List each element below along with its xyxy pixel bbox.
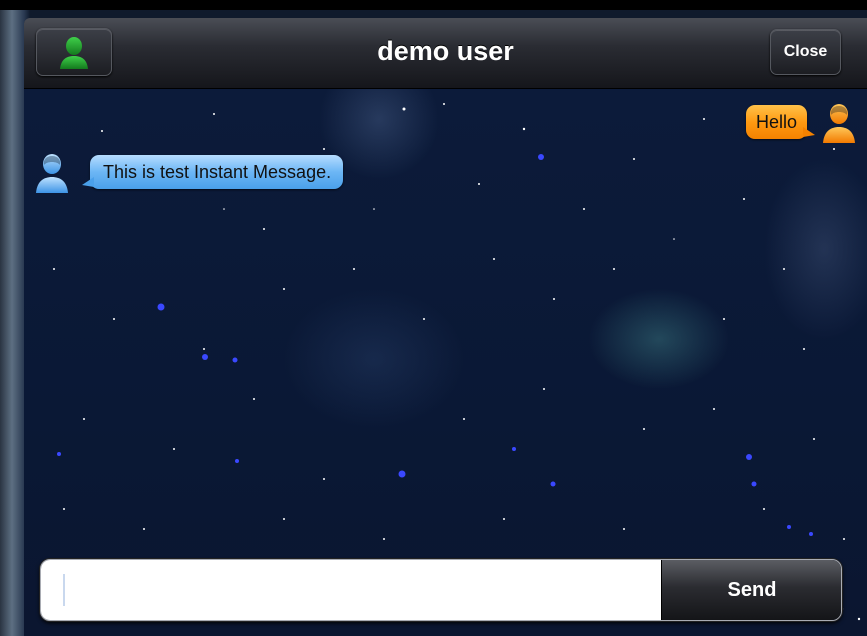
- message-composer: Send: [40, 559, 842, 621]
- top-strip: [0, 0, 867, 10]
- message-input[interactable]: [41, 560, 661, 620]
- send-button[interactable]: Send: [661, 560, 841, 620]
- chat-window: demo user Close Hello This is test Insta…: [24, 18, 867, 636]
- message-area[interactable]: Hello This is test Instant Message. Send: [24, 89, 867, 636]
- message-bubble-incoming: This is test Instant Message.: [81, 155, 344, 189]
- window-title: demo user: [377, 36, 514, 66]
- user-silhouette-icon: [60, 37, 88, 69]
- text-caret: [63, 574, 65, 606]
- user-blue-icon: [36, 154, 68, 193]
- message-bubble-outgoing: Hello: [745, 105, 816, 139]
- title-bar: demo user Close: [24, 18, 867, 89]
- close-button[interactable]: Close: [770, 29, 841, 75]
- message-incoming: This is test Instant Message.: [32, 149, 412, 193]
- contact-avatar-button[interactable]: [36, 28, 112, 76]
- message-outgoing: Hello: [659, 101, 859, 145]
- user-orange-icon: [823, 104, 855, 143]
